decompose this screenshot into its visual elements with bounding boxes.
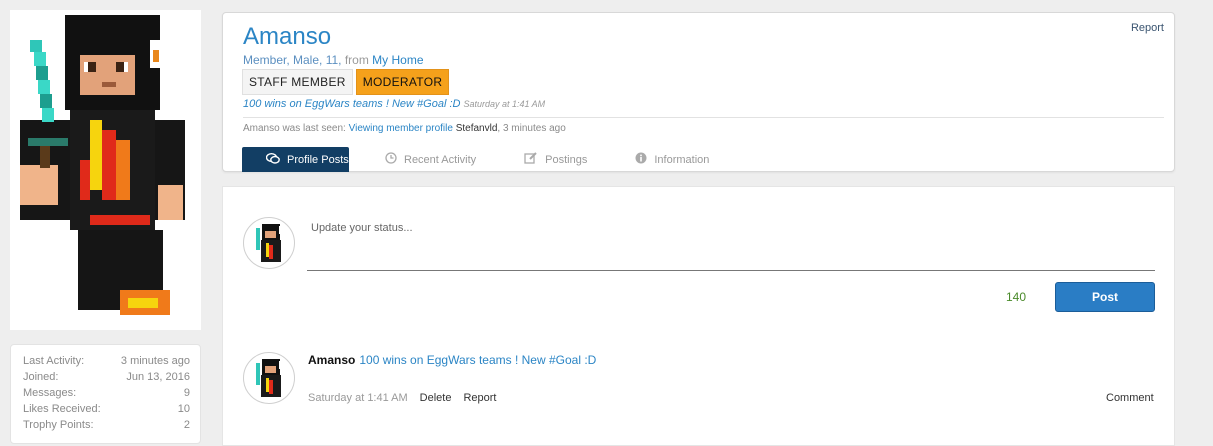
comment-link[interactable]: Comment: [1106, 392, 1154, 404]
status-time[interactable]: Saturday at 1:41 AM: [463, 99, 545, 109]
profile-posts-feed: 140 Post Amanso 100 wins on EggWars teams…: [222, 186, 1175, 446]
current-status[interactable]: 100 wins on EggWars teams ! New #Goal :D…: [243, 98, 545, 110]
delete-link[interactable]: Delete: [420, 392, 452, 404]
tab-label: Postings: [545, 153, 588, 166]
clock-icon: [385, 152, 397, 167]
stat-row-likes: Likes Received: 10: [23, 403, 190, 415]
last-seen-user-link[interactable]: Stefanvld: [456, 123, 498, 134]
last-seen-line: Amanso was last seen: Viewing member pro…: [243, 123, 566, 134]
last-seen-time: , 3 minutes ago: [497, 123, 566, 134]
post-time[interactable]: Saturday at 1:41 AM: [308, 392, 408, 404]
stat-row-joined: Joined: Jun 13, 2016: [23, 371, 190, 383]
post-author-link[interactable]: Amanso: [308, 353, 355, 367]
from-label: from: [344, 53, 369, 67]
minecraft-skin-image: [20, 15, 185, 315]
report-link[interactable]: Report: [1131, 22, 1164, 34]
tab-recent-activity[interactable]: Recent Activity: [373, 147, 488, 172]
location-link[interactable]: My Home: [372, 53, 423, 67]
status-text[interactable]: 100 wins on EggWars teams ! New #Goal :D: [243, 98, 460, 110]
moderator-banner: MODERATOR: [355, 69, 450, 95]
last-seen-prefix: Amanso was last seen:: [243, 123, 346, 134]
user-info-line: Member, Male, 11, from My Home: [243, 53, 424, 67]
profile-header-card: Report Amanso Member, Male, 11, from My …: [222, 12, 1175, 172]
profile-tabs: Profile Posts Recent Activity Postings I…: [242, 147, 745, 172]
post-meta: Saturday at 1:41 AM Delete Report: [308, 392, 497, 404]
profile-post-message: Amanso 100 wins on EggWars teams ! New #G…: [308, 353, 596, 367]
tab-label: Profile Posts: [287, 153, 349, 166]
post-author-avatar[interactable]: [243, 352, 295, 404]
tab-profile-posts[interactable]: Profile Posts: [242, 147, 349, 172]
avatar-image: [256, 224, 282, 262]
stat-row-last-activity: Last Activity: 3 minutes ago: [23, 355, 190, 367]
edit-icon: [524, 152, 538, 167]
composer-avatar[interactable]: [243, 217, 295, 269]
post-button[interactable]: Post: [1055, 282, 1155, 312]
info-icon: [635, 152, 647, 167]
member-stats-panel: Last Activity: 3 minutes ago Joined: Jun…: [10, 344, 201, 444]
speech-bubbles-icon: [265, 152, 280, 167]
user-banners: STAFF MEMBER MODERATOR: [242, 69, 450, 95]
report-post-link[interactable]: Report: [463, 392, 496, 404]
staff-member-banner: STAFF MEMBER: [242, 69, 353, 95]
page-title: Amanso: [243, 23, 332, 50]
post-text: 100 wins on EggWars teams ! New #Goal :D: [359, 353, 597, 367]
tab-postings[interactable]: Postings: [512, 147, 599, 172]
user-title: Member, Male, 11,: [243, 53, 342, 67]
character-counter: 140: [1006, 290, 1027, 304]
tab-information[interactable]: Information: [623, 147, 721, 172]
divider: [243, 117, 1164, 118]
status-input[interactable]: [307, 215, 1155, 271]
tab-label: Recent Activity: [404, 153, 477, 166]
avatar-image: [256, 359, 282, 397]
last-seen-activity-link[interactable]: Viewing member profile: [349, 123, 453, 134]
profile-avatar[interactable]: [10, 10, 201, 330]
stat-row-messages: Messages: 9: [23, 387, 190, 399]
stat-row-trophy: Trophy Points: 2: [23, 419, 190, 431]
tab-label: Information: [654, 153, 710, 166]
